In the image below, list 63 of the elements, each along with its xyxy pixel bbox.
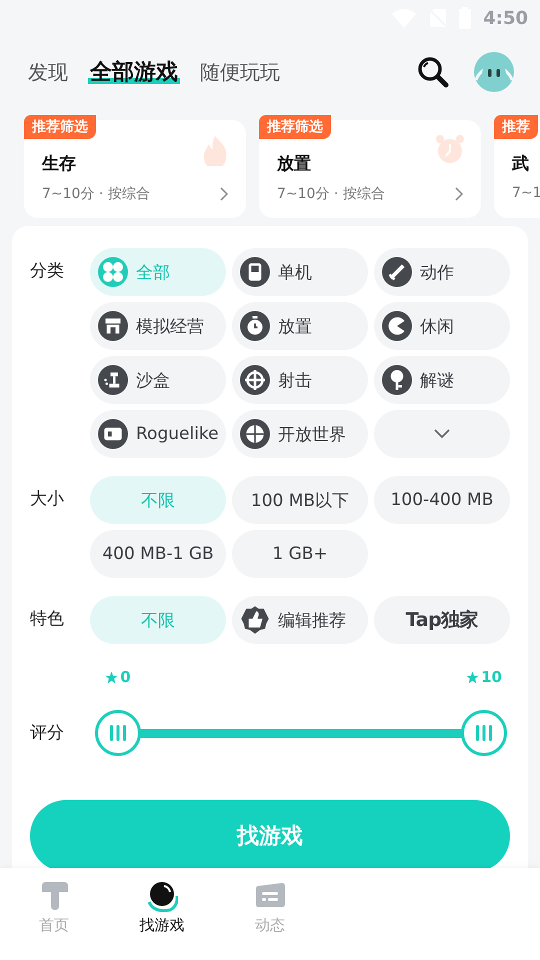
category-chip[interactable]: 沙盒 [90,356,226,404]
recommend-tag: 推荐筛选 [24,115,96,139]
card-title: 生存 [42,153,76,175]
size-chip[interactable]: 100-400 MB [374,476,510,524]
star-icon [466,670,480,684]
globe-icon [240,419,270,449]
thumbs-up-icon [240,605,270,635]
ball-icon [146,880,178,912]
chevron-down-icon [434,429,450,439]
shop-icon [98,311,128,341]
card-subtitle: 7~10分 · 按综合 [42,185,150,203]
size-chip[interactable]: 100 MB以下 [232,476,368,524]
avatar-icon[interactable] [472,50,516,94]
filter-label: 大小 [30,488,65,511]
feature-chip[interactable]: 编辑推荐 [232,596,368,644]
grip-icon [475,725,493,741]
star-icon [105,670,118,684]
expand-button[interactable] [374,410,510,458]
category-chip[interactable]: 单机 [232,248,368,296]
rating-value: 0 [120,668,131,686]
recommendation-card[interactable]: 推荐筛选 放置 7~10分 · 按综合 [259,115,481,218]
category-chip[interactable]: 模拟经营 [90,302,226,350]
card-title: 放置 [277,153,311,175]
category-chip[interactable]: 动作 [374,248,510,296]
clock-time: 4:50 [483,8,528,28]
filter-label: 分类 [30,260,65,283]
filter-label: 评分 [30,722,65,745]
top-tab[interactable]: 随便玩玩 [198,58,282,86]
exclusive-chip[interactable]: Tap独家 [374,596,510,644]
slider-handle[interactable] [95,710,141,756]
category-chip[interactable]: 解谜 [374,356,510,404]
category-chip[interactable]: 休闲 [374,302,510,350]
sword-icon [382,257,412,287]
pacman-icon [382,311,412,341]
filter-label: 特色 [30,608,65,631]
sandbox-icon [98,365,128,395]
recommend-tag: 推荐筛选 [259,115,331,139]
card-title: 武 [512,153,529,175]
category-chip[interactable]: 开放世界 [232,410,368,458]
size-chip[interactable]: 400 MB-1 GB [90,530,226,578]
search-icon[interactable] [416,55,450,89]
size-chip[interactable]: 1 GB+ [232,530,368,578]
handheld-console-icon [240,257,270,287]
top-tab[interactable]: 发现 [26,58,70,86]
stopwatch-icon [240,311,270,341]
category-chip[interactable]: 射击 [232,356,368,404]
rating-value: 10 [481,668,502,686]
chevron-icon [455,187,463,201]
nav-tab[interactable]: 找游戏 [140,916,184,935]
alarm-clock-icon [435,134,465,166]
card-subtitle: 7~1 [512,185,540,201]
recommend-tag: 推荐 [494,115,538,139]
card-subtitle: 7~10分 · 按综合 [277,185,385,203]
category-chip[interactable]: 放置 [232,302,368,350]
slider-handle[interactable] [461,710,507,756]
category-chip[interactable]: Roguelike [90,410,226,458]
recommendation-card[interactable]: 推荐筛选 生存 7~10分 · 按综合 [24,115,246,218]
grid-icon [98,257,128,287]
chevron-icon [220,187,228,201]
grip-icon [109,725,127,741]
recommendation-card[interactable]: 推荐 武 7~1 [494,115,540,218]
key-icon [382,365,412,395]
crosshair-icon [240,365,270,395]
